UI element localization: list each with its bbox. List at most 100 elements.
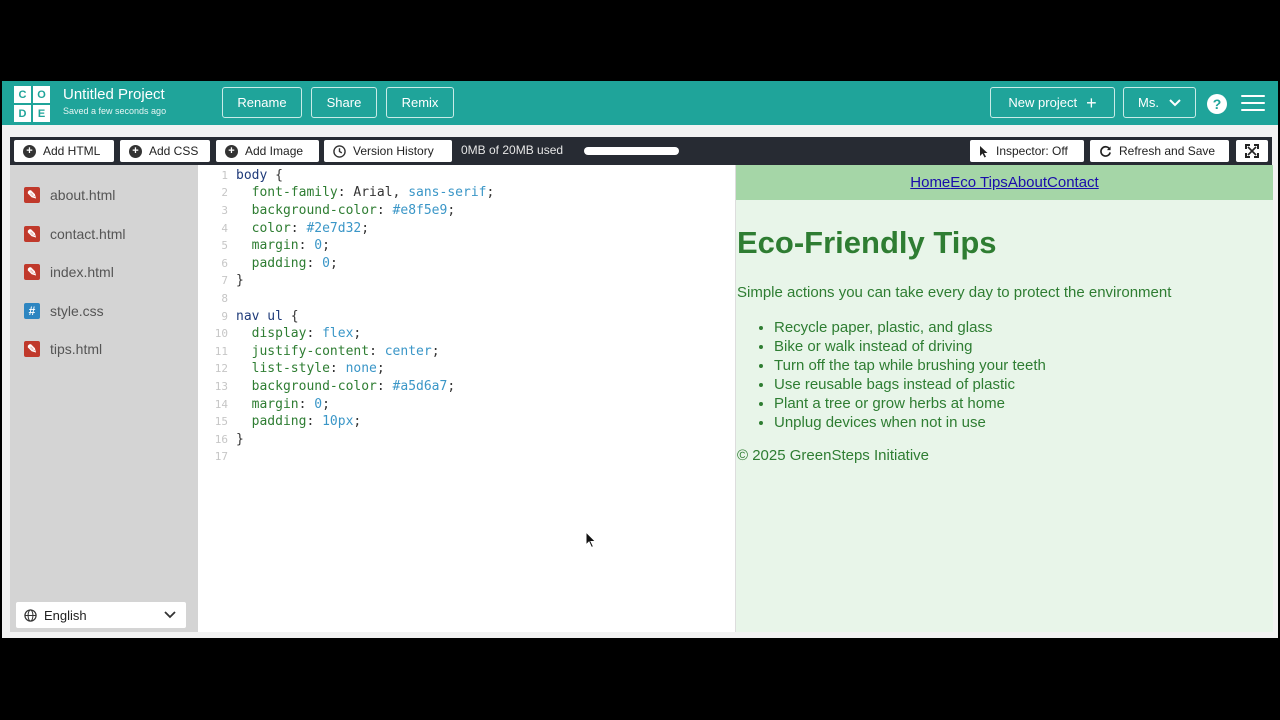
code-token: ; — [361, 220, 370, 236]
code-token: 10px — [322, 414, 354, 430]
code-token: : — [306, 326, 323, 342]
code-token: : — [306, 414, 323, 430]
code-token: : — [376, 378, 393, 394]
inspector-toggle-button[interactable]: Inspector: Off — [970, 140, 1084, 162]
preview-tip-item: Plant a tree or grow herbs at home — [774, 394, 1046, 413]
line-number: 13 — [214, 379, 228, 393]
share-button[interactable]: Share — [311, 87, 377, 118]
code-text: background-color: #a5d6a7; — [236, 378, 456, 396]
code-token: : — [306, 255, 323, 271]
code-editor[interactable]: 1 body {2 font-family: Arial, sans-serif;… — [198, 165, 735, 632]
code-token: : Arial, — [337, 185, 409, 201]
code-token: ; — [376, 361, 385, 377]
save-status: Saved a few seconds ago — [63, 106, 167, 116]
logo-letter: O — [33, 86, 50, 103]
preview-tips-list: Recycle paper, plastic, and glassBike or… — [737, 318, 1046, 432]
code-text: } — [236, 272, 244, 290]
code-text: } — [236, 431, 244, 449]
html-file-icon: ✎ — [24, 225, 40, 242]
code-text: nav ul { — [236, 308, 299, 326]
code-token: : — [376, 202, 393, 218]
add-css-label: Add CSS — [149, 144, 199, 158]
html-file-icon: ✎ — [24, 341, 40, 357]
remix-button[interactable]: Remix — [386, 87, 454, 118]
code-text: list-style: none; — [236, 360, 385, 378]
line-number: 16 — [214, 432, 228, 446]
refresh-and-save-button[interactable]: Refresh and Save — [1090, 140, 1229, 162]
add-html-button[interactable]: + Add HTML — [14, 140, 114, 162]
code-token: : — [290, 220, 307, 236]
add-html-label: Add HTML — [43, 144, 101, 158]
code-token: margin — [236, 396, 299, 412]
add-circle-icon: + — [23, 144, 36, 158]
css-file-icon: # — [24, 302, 40, 319]
code-token: padding — [236, 255, 307, 271]
preview-nav-link-about[interactable]: About — [1008, 174, 1047, 191]
file-name: index.html — [50, 264, 114, 280]
file-item[interactable]: ✎ contact.html — [24, 224, 125, 244]
top-header: C O D E Untitled Project Saved a few sec… — [2, 81, 1278, 125]
add-image-button[interactable]: + Add Image — [216, 140, 319, 162]
code-token: body — [236, 167, 268, 183]
new-project-label: New project — [1008, 95, 1078, 110]
file-item[interactable]: # style.css — [24, 301, 104, 321]
refresh-icon — [1099, 145, 1112, 158]
add-css-button[interactable]: + Add CSS — [120, 140, 210, 162]
code-token: none — [345, 361, 377, 377]
code-token: : — [369, 343, 385, 359]
code-editor-app: C O D E Untitled Project Saved a few sec… — [2, 81, 1278, 638]
code-token: #a5d6a7 — [392, 378, 448, 394]
preview-footer: © 2025 GreenSteps Initiative — [737, 447, 929, 464]
help-icon[interactable]: ? — [1207, 94, 1227, 114]
code-text: display: flex; — [236, 325, 362, 343]
preview-nav-link-contact[interactable]: Contact — [1047, 174, 1099, 191]
fullscreen-expand-icon[interactable] — [1236, 140, 1268, 162]
file-name: about.html — [50, 187, 116, 203]
code-token: ; — [353, 414, 362, 430]
code-text: color: #2e7d32; — [236, 220, 369, 238]
file-item[interactable]: ✎ index.html — [24, 262, 114, 282]
version-history-button[interactable]: Version History — [324, 140, 452, 162]
code-token: ; — [447, 378, 456, 394]
code-text: font-family: Arial, sans-serif; — [236, 184, 495, 202]
code-token: #2e7d32 — [306, 220, 362, 236]
preview-tip-item: Recycle paper, plastic, and glass — [774, 318, 1046, 337]
code-token: background-color — [236, 202, 377, 218]
code-token: padding — [236, 414, 307, 430]
language-select[interactable]: English — [16, 602, 186, 628]
clock-icon — [333, 144, 346, 158]
storage-usage-text: 0MB of 20MB used — [461, 143, 564, 157]
code-logo[interactable]: C O D E — [14, 86, 50, 122]
user-label: Ms. — [1138, 95, 1159, 110]
file-name: tips.html — [50, 341, 103, 357]
preview-tip-item: Unplug devices when not in use — [774, 413, 1046, 432]
file-item[interactable]: ✎ about.html — [24, 185, 115, 205]
line-number: 8 — [221, 291, 228, 305]
code-token: { — [282, 308, 299, 324]
logo-letter: C — [14, 86, 31, 103]
preview-nav: Home Eco Tips About Contact — [736, 165, 1273, 200]
preview-nav-link-eco-tips[interactable]: Eco Tips — [950, 174, 1008, 191]
preview-tip-item: Turn off the tap while brushing your tee… — [774, 356, 1046, 375]
language-label: English — [44, 607, 87, 623]
storage-usage-bar — [584, 147, 679, 155]
line-number: 17 — [214, 450, 228, 464]
line-number: 15 — [214, 415, 228, 429]
add-circle-icon: + — [129, 144, 142, 158]
chevron-down-icon — [1169, 98, 1181, 106]
code-text: body { — [236, 167, 283, 185]
preview-nav-link-home[interactable]: Home — [910, 174, 950, 191]
rename-button[interactable]: Rename — [222, 87, 302, 118]
line-number: 4 — [221, 221, 228, 235]
code-token: } — [236, 273, 244, 289]
code-token: { — [267, 167, 283, 183]
logo-letter: E — [33, 105, 50, 122]
code-token: ; — [329, 255, 338, 271]
user-menu-button[interactable]: Ms. — [1123, 87, 1196, 118]
file-item[interactable]: ✎ tips.html — [24, 339, 102, 359]
hamburger-menu-icon[interactable] — [1241, 95, 1265, 113]
new-project-button[interactable]: New project + — [990, 87, 1115, 118]
line-number: 6 — [221, 256, 228, 270]
code-text: padding: 0; — [236, 255, 338, 273]
code-token: ; — [431, 343, 440, 359]
